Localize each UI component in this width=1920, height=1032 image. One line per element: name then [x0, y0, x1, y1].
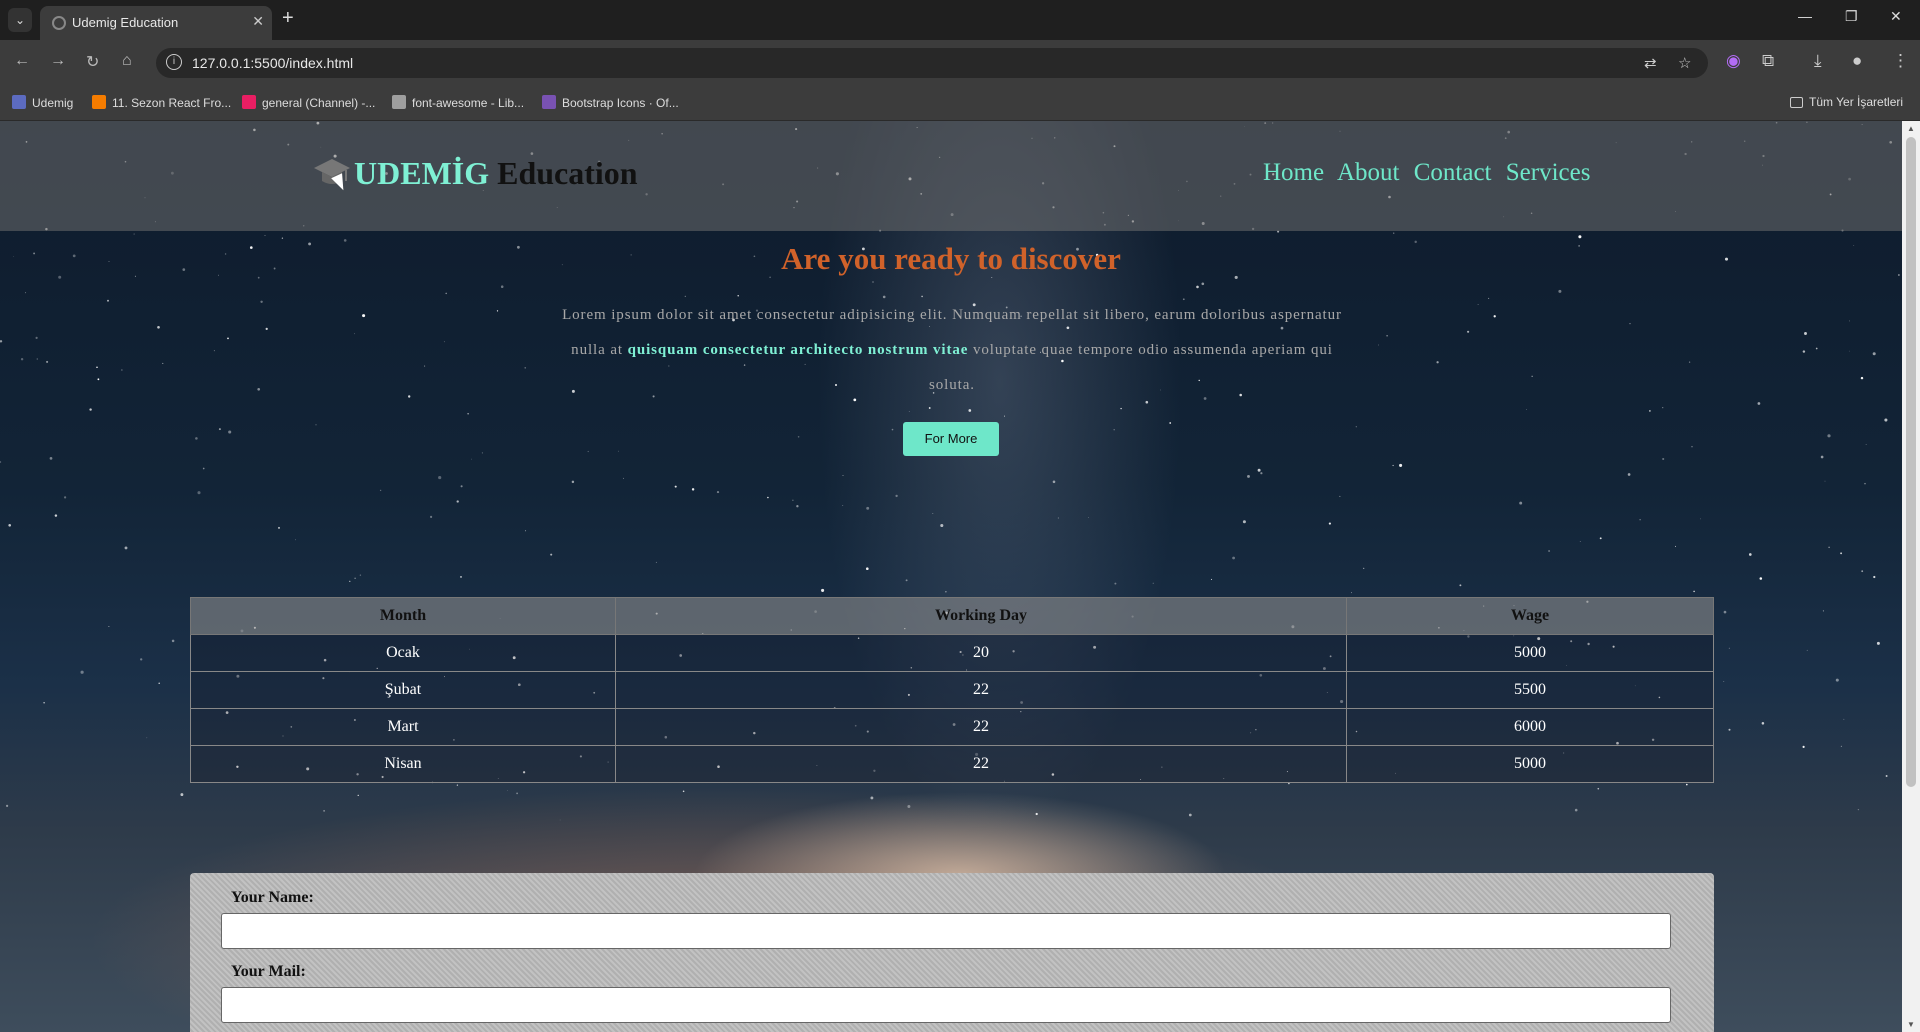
column-header-working-day: Working Day [615, 597, 1347, 635]
folder-icon [1790, 97, 1803, 108]
cell-month: Mart [190, 708, 616, 746]
code-icon [392, 95, 406, 109]
page-scrollbar[interactable]: ▲ ▼ [1902, 121, 1920, 1032]
table-row: Ocak 20 5000 [190, 634, 1714, 672]
scroll-down-arrow-icon[interactable]: ▼ [1907, 1020, 1915, 1029]
table-row: Şubat 22 5500 [190, 671, 1714, 709]
cell-working-day: 20 [615, 634, 1347, 672]
table-header-row: Month Working Day Wage [190, 597, 1714, 635]
new-tab-button[interactable]: + [282, 7, 294, 30]
site-logo[interactable]: UDEMİG Education [312, 155, 638, 195]
cell-wage: 5000 [1346, 745, 1714, 783]
cell-wage: 5000 [1346, 634, 1714, 672]
tab-bar: ⌄ Udemig Education ✕ + — ❐ ✕ [0, 0, 1920, 40]
site-info-icon[interactable]: i [166, 54, 182, 70]
name-input[interactable] [221, 913, 1671, 949]
browser-tab[interactable]: Udemig Education ✕ [40, 6, 272, 40]
bookmark-item[interactable]: Udemig [12, 95, 73, 110]
menu-icon[interactable]: ⋮ [1892, 51, 1909, 71]
browser-toolbar: ← → ↻ ⌂ i 127.0.0.1:5500/index.html ⇄ ☆ … [0, 40, 1920, 86]
minimize-icon[interactable]: — [1798, 8, 1812, 24]
cell-wage: 5500 [1346, 671, 1714, 709]
hero-title: Are you ready to discover [781, 241, 1121, 276]
bookmark-item[interactable]: font-awesome - Lib... [392, 95, 524, 110]
extension-icon[interactable]: ◉ [1726, 51, 1741, 71]
download-icon[interactable]: ⤓ [1814, 51, 1822, 71]
home-icon[interactable]: ⌂ [122, 52, 132, 70]
scrollbar-thumb[interactable] [1906, 137, 1916, 787]
column-header-wage: Wage [1346, 597, 1714, 635]
nav-about[interactable]: About [1337, 159, 1400, 186]
folder-icon [92, 95, 106, 109]
mail-label: Your Mail: [231, 963, 306, 980]
restore-icon[interactable]: ❐ [1845, 8, 1858, 25]
puzzle-icon[interactable]: ⧉ [1762, 51, 1774, 71]
contact-form: Your Name: Your Mail: [190, 873, 1714, 1032]
globe-icon [52, 16, 66, 30]
translate-icon[interactable]: ⇄ [1644, 54, 1657, 72]
tab-search-button[interactable]: ⌄ [8, 8, 32, 32]
site-header: UDEMİG Education Home About Contact Serv… [0, 121, 1902, 231]
logo-text-brand: UDEMİG [354, 155, 490, 191]
profile-avatar-icon[interactable]: ● [1852, 51, 1862, 71]
address-bar[interactable]: i 127.0.0.1:5500/index.html ⇄ ☆ [156, 48, 1708, 78]
table-row: Mart 22 6000 [190, 708, 1714, 746]
slack-icon [242, 95, 256, 109]
tab-title: Udemig Education [72, 15, 179, 30]
back-icon[interactable]: ← [14, 52, 30, 70]
scroll-up-arrow-icon[interactable]: ▲ [1907, 124, 1915, 133]
page-viewport: UDEMİG Education Home About Contact Serv… [0, 121, 1902, 1032]
for-more-button[interactable]: For More [903, 422, 999, 456]
main-nav: Home About Contact Services [1263, 159, 1598, 187]
mail-input[interactable] [221, 987, 1671, 1023]
bookmark-item[interactable]: 11. Sezon React Fro... [92, 95, 231, 110]
logo-text-suffix: Education [489, 155, 638, 191]
hero-text-highlight: quisquam consectetur architecto nostrum … [627, 342, 969, 358]
tab-close-icon[interactable]: ✕ [252, 13, 264, 30]
bookmark-star-icon[interactable]: ☆ [1678, 54, 1691, 72]
window-close-icon[interactable]: ✕ [1890, 8, 1902, 25]
cell-month: Şubat [190, 671, 616, 709]
bookmark-item[interactable]: general (Channel) -... [242, 95, 375, 110]
bookmarks-bar: Udemig 11. Sezon React Fro... general (Cha… [0, 86, 1920, 121]
hero-text: Lorem ipsum dolor sit amet consectetur a… [562, 307, 1342, 393]
nav-home[interactable]: Home [1263, 159, 1324, 186]
cell-month: Ocak [190, 634, 616, 672]
forward-icon[interactable]: → [50, 52, 66, 70]
cell-working-day: 22 [615, 671, 1347, 709]
bookmark-item[interactable]: Bootstrap Icons · Of... [542, 95, 679, 110]
column-header-month: Month [190, 597, 616, 635]
table-row: Nisan 22 5000 [190, 745, 1714, 783]
udemig-icon [12, 95, 26, 109]
cell-working-day: 22 [615, 745, 1347, 783]
reload-icon[interactable]: ↻ [86, 52, 99, 72]
cell-working-day: 22 [615, 708, 1347, 746]
cell-month: Nisan [190, 745, 616, 783]
url-text[interactable]: 127.0.0.1:5500/index.html [192, 55, 353, 71]
all-bookmarks[interactable]: Tüm Yer İşaretleri [1790, 95, 1903, 109]
cell-wage: 6000 [1346, 708, 1714, 746]
name-label: Your Name: [231, 889, 314, 906]
nav-contact[interactable]: Contact [1414, 159, 1492, 186]
wage-table: Month Working Day Wage Ocak 20 5000 Şubat 22… [190, 597, 1714, 783]
graduation-cap-icon [312, 157, 352, 195]
nav-services[interactable]: Services [1506, 159, 1591, 186]
bootstrap-icon [542, 95, 556, 109]
